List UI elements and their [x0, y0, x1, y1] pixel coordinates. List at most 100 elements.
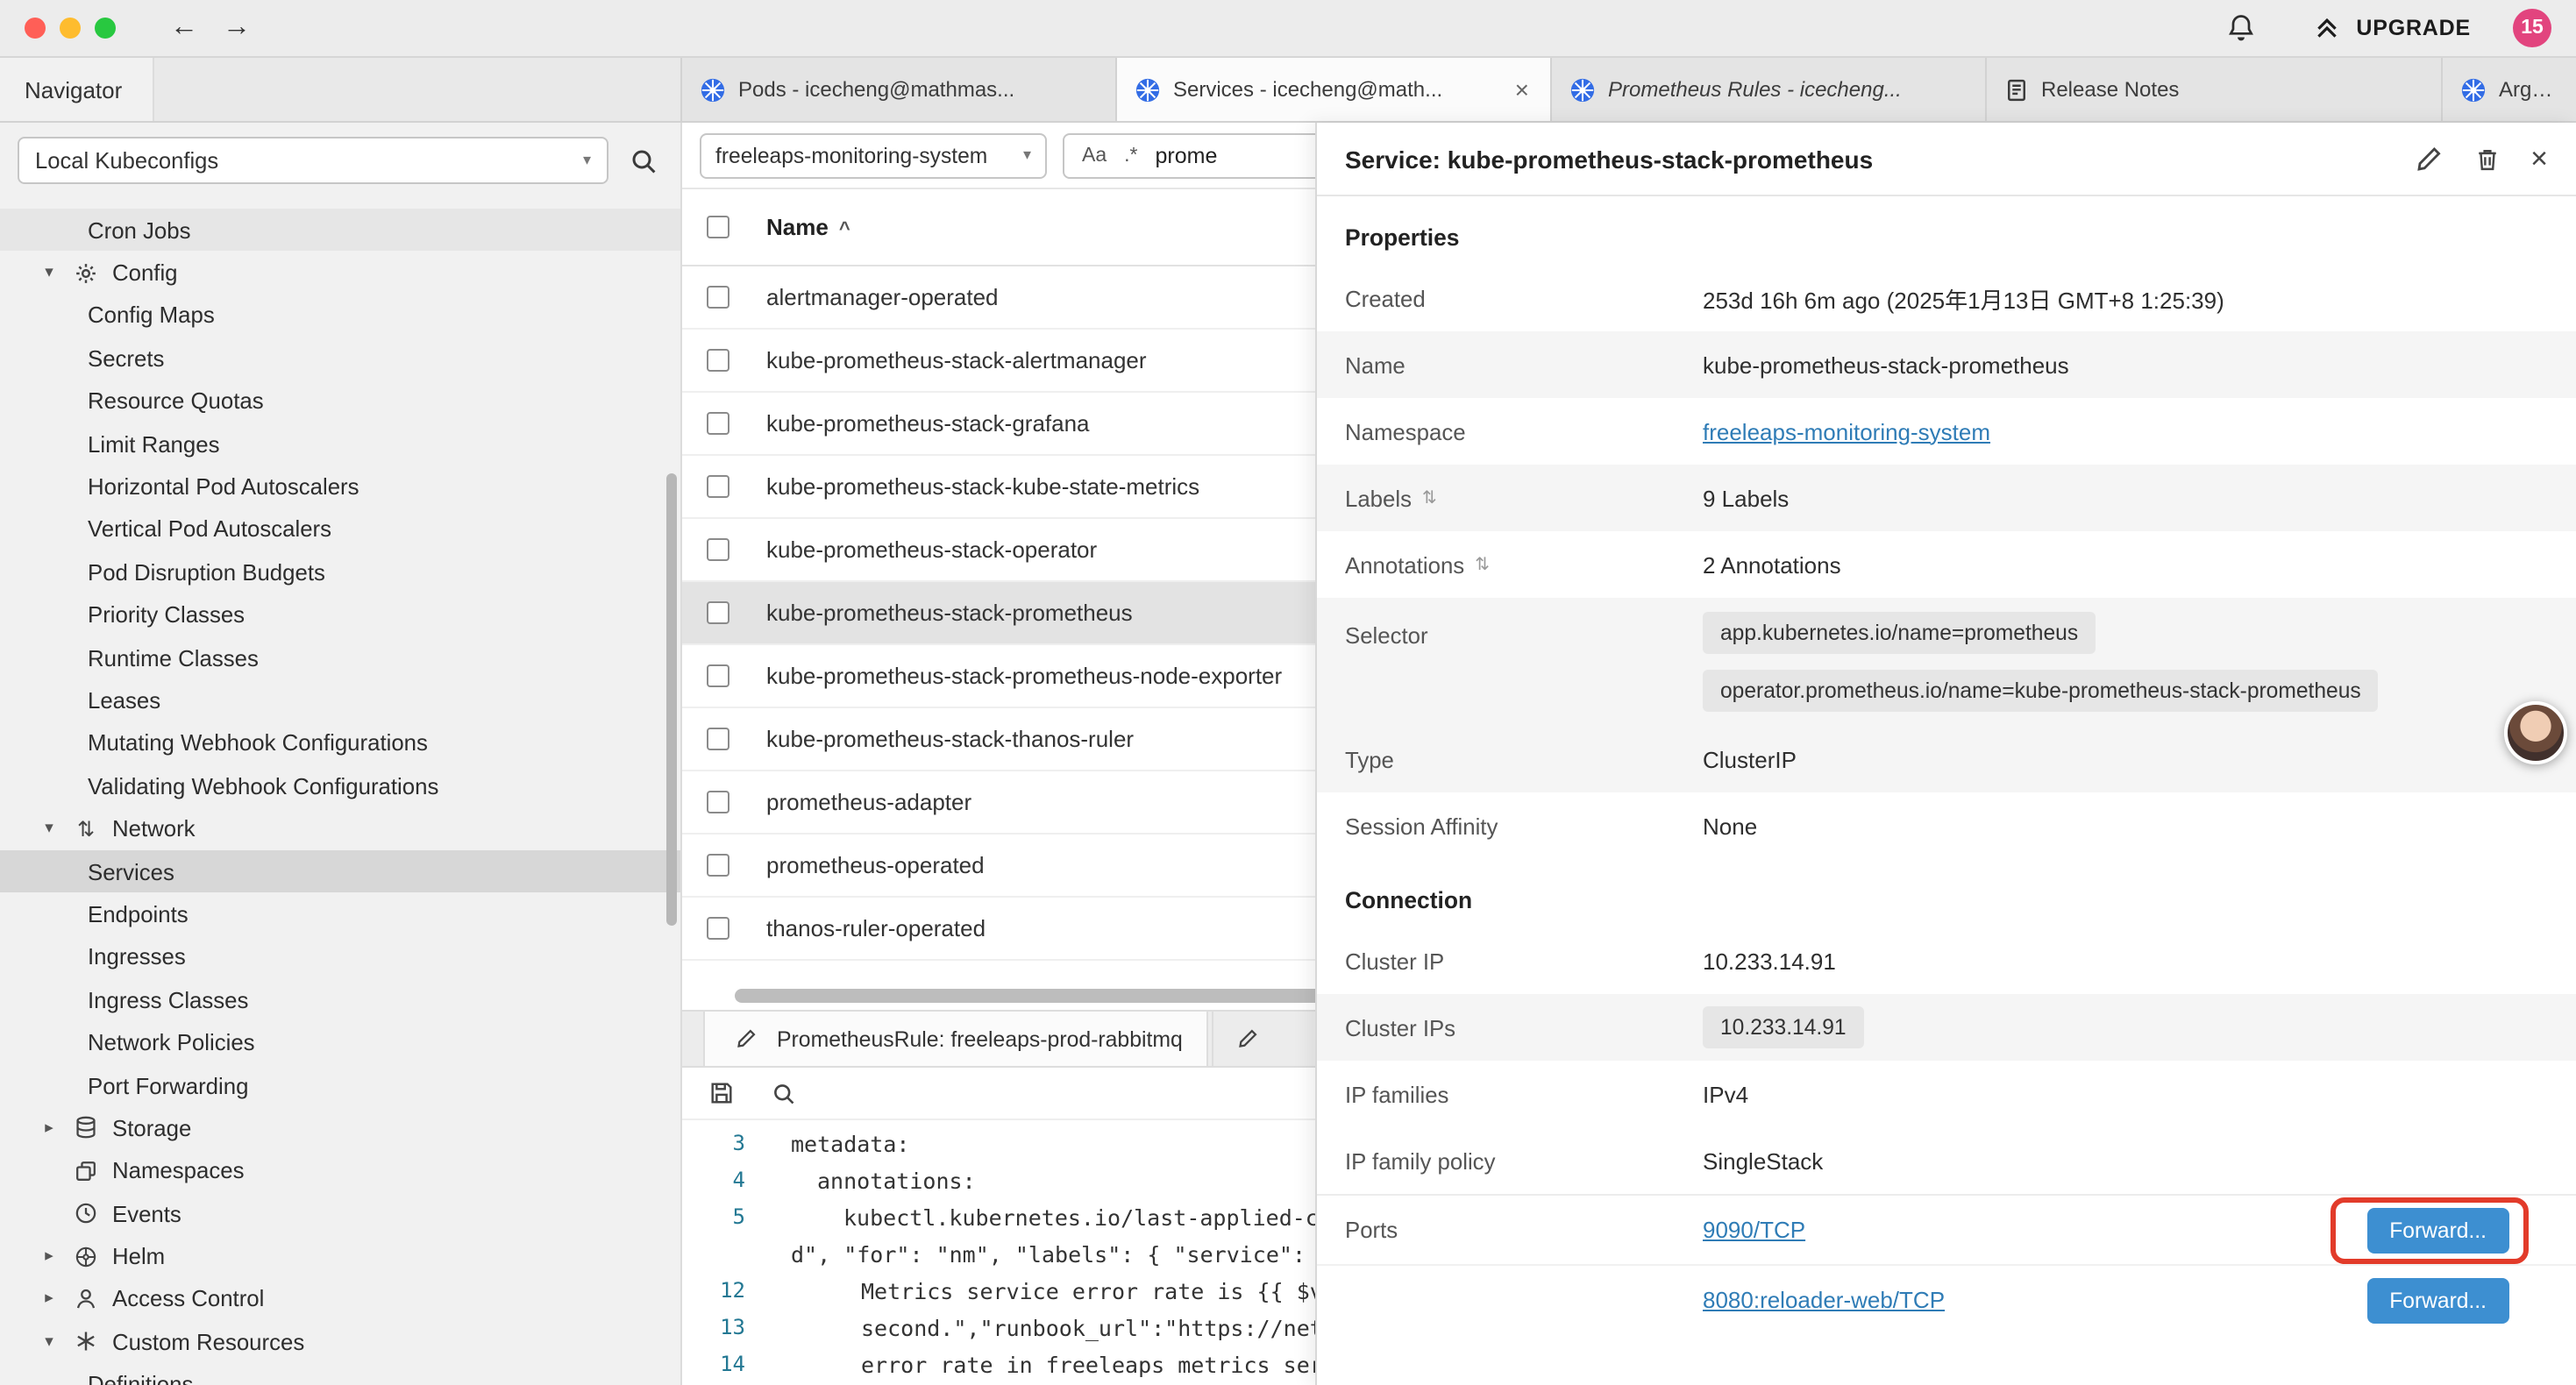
sidebar-scrollbar[interactable]	[666, 473, 677, 926]
user-avatar[interactable]	[2504, 701, 2567, 764]
port-link[interactable]: 9090/TCP	[1703, 1217, 1805, 1243]
dock-tab-prometheusrule[interactable]: PrometheusRule: freeleaps-prod-rabbitmq	[703, 1012, 1209, 1066]
name-column-header[interactable]: Name^	[766, 214, 850, 240]
property-label: Labels	[1345, 485, 1412, 511]
sidebar-toolbar: Local Kubeconfigs ▾	[0, 123, 680, 198]
row-checkbox[interactable]	[707, 791, 729, 813]
row-checkbox[interactable]	[707, 286, 729, 309]
search-icon[interactable]	[626, 144, 659, 177]
sidebar-item-access-control[interactable]: ▸ Access Control	[0, 1278, 680, 1321]
notifications-bell-icon[interactable]	[2224, 11, 2258, 45]
row-checkbox[interactable]	[707, 917, 729, 940]
sidebar-item-endpoints[interactable]: Endpoints	[0, 893, 680, 936]
row-checkbox[interactable]	[707, 728, 729, 750]
service-name: kube-prometheus-stack-grafana	[766, 410, 1090, 437]
row-checkbox[interactable]	[707, 412, 729, 435]
sidebar-item-leases[interactable]: Leases	[0, 679, 680, 722]
sidebar-item-limit-ranges[interactable]: Limit Ranges	[0, 423, 680, 465]
close-icon[interactable]: ×	[2530, 144, 2548, 174]
select-all-checkbox[interactable]	[707, 216, 729, 238]
sidebar-item-cron-jobs[interactable]: Cron Jobs	[0, 209, 680, 252]
sidebar-item-custom-resources[interactable]: ▾ Custom Resources	[0, 1320, 680, 1363]
minimize-window-button[interactable]	[60, 18, 81, 39]
property-value[interactable]: 9 Labels	[1703, 485, 1789, 511]
sidebar-item-config[interactable]: ▾ Config	[0, 252, 680, 295]
line-number	[682, 1236, 745, 1273]
sidebar-item-services[interactable]: Services	[0, 850, 680, 893]
search-icon[interactable]	[766, 1076, 800, 1110]
sidebar-item-pod-disruption-budgets[interactable]: Pod Disruption Budgets	[0, 550, 680, 593]
close-window-button[interactable]	[25, 18, 46, 39]
forward-icon[interactable]: →	[217, 12, 256, 44]
sort-arrows-icon[interactable]: ⇅	[1422, 488, 1437, 508]
row-checkbox[interactable]	[707, 475, 729, 498]
sidebar-item-label: Network Policies	[88, 1029, 255, 1055]
tab-argo[interactable]: Argo Se	[2443, 58, 2576, 121]
sidebar-item-mutating-webhook-configurations[interactable]: Mutating Webhook Configurations	[0, 721, 680, 764]
cluster-ip-badge: 10.233.14.91	[1703, 1006, 1864, 1048]
row-checkbox[interactable]	[707, 854, 729, 877]
row-checkbox[interactable]	[707, 601, 729, 624]
sidebar-item-ingresses[interactable]: Ingresses	[0, 935, 680, 978]
sidebar-item-events[interactable]: Events	[0, 1192, 680, 1235]
service-name: kube-prometheus-stack-thanos-ruler	[766, 726, 1134, 752]
sidebar-item-namespaces[interactable]: Namespaces	[0, 1149, 680, 1192]
row-checkbox[interactable]	[707, 664, 729, 687]
sidebar-item-ingress-classes[interactable]: Ingress Classes	[0, 978, 680, 1021]
sidebar-item-priority-classes[interactable]: Priority Classes	[0, 593, 680, 636]
upgrade-button[interactable]: UPGRADE	[2310, 11, 2471, 45]
notification-count-badge[interactable]: 15	[2513, 9, 2551, 47]
maximize-window-button[interactable]	[95, 18, 116, 39]
sidebar-item-resource-quotas[interactable]: Resource Quotas	[0, 380, 680, 423]
properties-section-heading: Properties	[1345, 224, 2548, 251]
sidebar-item-validating-webhook-configurations[interactable]: Validating Webhook Configurations	[0, 764, 680, 807]
sidebar-item-runtime-classes[interactable]: Runtime Classes	[0, 636, 680, 679]
sidebar-item-network[interactable]: ▾ ⇅ Network	[0, 807, 680, 850]
property-value: IPv4	[1703, 1081, 1748, 1107]
close-tab-icon[interactable]: ×	[1512, 75, 1533, 103]
tab-services[interactable]: Services - icecheng@math... ×	[1117, 58, 1552, 121]
tab-navigator[interactable]: Navigator	[0, 58, 154, 121]
match-case-toggle[interactable]: Aa	[1082, 145, 1107, 166]
namespace-link[interactable]: freeleaps-monitoring-system	[1703, 418, 1990, 444]
upgrade-label: UPGRADE	[2356, 16, 2471, 40]
sidebar-item-network-policies[interactable]: Network Policies	[0, 1021, 680, 1064]
namespace-filter-select[interactable]: freeleaps-monitoring-system ▾	[700, 132, 1047, 178]
sidebar-item-label: Namespaces	[112, 1158, 244, 1184]
property-row-session-affinity: Session Affinity None	[1317, 792, 2576, 859]
property-value[interactable]: 2 Annotations	[1703, 551, 1841, 578]
chevron-down-icon: ▾	[39, 263, 60, 282]
property-label: Cluster IP	[1345, 948, 1703, 974]
edit-pencil-icon[interactable]	[2411, 142, 2444, 175]
row-checkbox[interactable]	[707, 538, 729, 561]
sidebar-item-port-forwarding[interactable]: Port Forwarding	[0, 1064, 680, 1107]
selector-badge: operator.prometheus.io/name=kube-prometh…	[1703, 670, 2379, 712]
service-name: alertmanager-operated	[766, 284, 999, 310]
tab-label: Argo Se	[2499, 77, 2558, 102]
trash-icon[interactable]	[2471, 142, 2504, 175]
regex-toggle[interactable]: .*	[1124, 145, 1137, 166]
sidebar-item-label: Events	[112, 1200, 181, 1226]
sidebar-item-storage[interactable]: ▸ Storage	[0, 1106, 680, 1149]
save-icon[interactable]	[705, 1076, 738, 1110]
back-icon[interactable]: ←	[165, 12, 203, 44]
sidebar-item-definitions[interactable]: Definitions	[0, 1363, 680, 1385]
sidebar-item-vertical-pod-autoscalers[interactable]: Vertical Pod Autoscalers	[0, 508, 680, 550]
tab-prometheus-rules[interactable]: Prometheus Rules - icecheng...	[1552, 58, 1987, 121]
namespaces-icon	[72, 1159, 100, 1183]
sidebar-item-horizontal-pod-autoscalers[interactable]: Horizontal Pod Autoscalers	[0, 465, 680, 508]
row-checkbox[interactable]	[707, 349, 729, 372]
tab-pods[interactable]: Pods - icecheng@mathmas...	[682, 58, 1117, 121]
forward-button[interactable]: Forward...	[2366, 1277, 2509, 1323]
sort-arrows-icon[interactable]: ⇅	[1475, 555, 1490, 574]
kubeconfig-selector[interactable]: Local Kubeconfigs ▾	[18, 137, 608, 184]
chevron-down-icon: ▾	[39, 819, 60, 838]
forward-button[interactable]: Forward...	[2366, 1207, 2509, 1253]
tab-release-notes[interactable]: Release Notes	[1987, 58, 2443, 121]
sidebar-item-helm[interactable]: ▸ Helm	[0, 1235, 680, 1278]
selector-badge: app.kubernetes.io/name=prometheus	[1703, 612, 2096, 654]
dock-tab-partial[interactable]	[1213, 1012, 1283, 1066]
sidebar-item-secrets[interactable]: Secrets	[0, 337, 680, 380]
port-link[interactable]: 8080:reloader-web/TCP	[1703, 1287, 1945, 1313]
sidebar-item-config-maps[interactable]: Config Maps	[0, 295, 680, 337]
